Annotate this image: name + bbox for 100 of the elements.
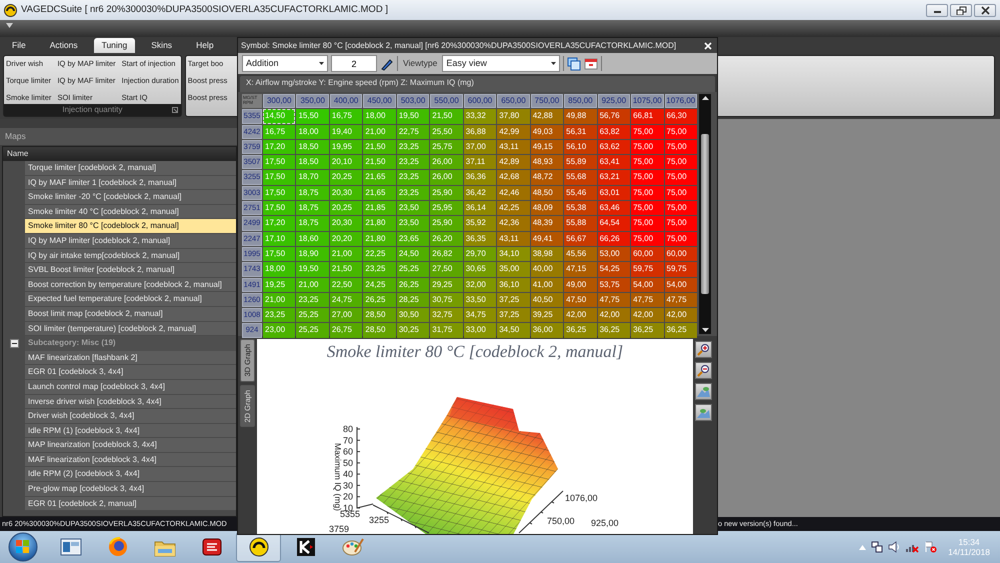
menu-tab[interactable]: Skins	[143, 38, 180, 53]
table-cell: 17,50	[263, 186, 296, 200]
table-cell: 75,00	[664, 155, 697, 170]
table-cell: 17,10	[263, 232, 296, 246]
table-cell: 55,46	[564, 186, 597, 200]
table-cell: 55,88	[564, 216, 597, 231]
map-list-item[interactable]: Launch control map [codeblock 3, 4x4]	[25, 380, 236, 394]
map-list-item[interactable]: MAF linearization [flashbank 2]	[25, 350, 236, 366]
table-cell: 18,60	[296, 232, 329, 246]
menu-tab[interactable]: File	[4, 38, 34, 53]
table-cell: 56,31	[564, 124, 597, 139]
zoom-in-button[interactable]	[695, 341, 712, 358]
map-list-item[interactable]: Driver wish [codeblock 3, 4x4]	[25, 409, 236, 424]
table-cell: 21,65	[363, 170, 396, 185]
map-list-item[interactable]: Inverse driver wish [codeblock 3, 4x4]	[25, 394, 236, 410]
window-icon[interactable]	[584, 56, 598, 70]
table-cell: 34,50	[497, 323, 530, 338]
map-list-item[interactable]: MAP linearization [codeblock 3, 4x4]	[25, 438, 236, 453]
operation-dropdown[interactable]: Addition	[242, 55, 328, 72]
map-list-item[interactable]: MAF linearization [codeblock 3, 4x4]	[25, 452, 236, 468]
table-cell: 23,00	[263, 323, 296, 338]
table-cell: 37,80	[497, 109, 530, 124]
table-cell: 21,80	[363, 232, 396, 246]
table-cell: 23,25	[396, 186, 430, 200]
map-list-item[interactable]: Pre-glow map [codeblock 3, 4x4]	[25, 482, 236, 497]
table-cell: 18,00	[263, 262, 296, 277]
column-header: 550,00	[430, 94, 463, 108]
map-list-item[interactable]: SOI limiter (temperature) [codeblock 2, manual]	[25, 322, 236, 336]
map-list-item[interactable]: EGR 01 [codeblock 3, 4x4]	[25, 365, 236, 380]
clock-time: 15:34	[958, 536, 980, 547]
view-button[interactable]	[695, 383, 712, 400]
table-cell: 36,25	[564, 323, 597, 338]
launcher-icon[interactable]	[172, 107, 178, 113]
table-cell: 59,75	[664, 262, 697, 277]
map-list-item[interactable]: Expected fuel temperature [codeblock 2, manual]	[25, 292, 236, 307]
table-cell: 66,30	[664, 109, 697, 124]
table-cell: 30,65	[464, 262, 496, 277]
map-list-item[interactable]: EGR 01 [codeblock 2, manual]	[25, 496, 236, 512]
table-cell: 25,90	[430, 186, 463, 200]
terrain-icon	[697, 385, 710, 398]
table-cell: 23,65	[396, 232, 430, 246]
table-cell: 26,82	[430, 246, 463, 262]
table-cell: 23,50	[396, 216, 430, 231]
tick-label: 3255	[368, 515, 390, 525]
collapse-icon[interactable]	[10, 338, 18, 348]
table-cell: 55,89	[564, 155, 597, 170]
table-cell: 36,14	[464, 201, 496, 216]
table-cell: 20,30	[330, 216, 362, 231]
table-cell: 24,50	[396, 246, 430, 262]
table-cell: 21,00	[296, 278, 329, 292]
map-list-item[interactable]: Idle RPM (2) [codeblock 3, 4x4]	[25, 467, 236, 482]
map-list-item[interactable]: Smoke limiter 40 °C [codeblock 2, manual]	[25, 204, 236, 220]
menu-tab[interactable]: Actions	[42, 38, 86, 53]
caret-icon	[551, 62, 556, 65]
tick-label: 80	[342, 424, 353, 434]
table-cell: 17,20	[263, 216, 296, 231]
map-list-item[interactable]: Torque limiter [codeblock 2, manual]	[25, 161, 236, 176]
tick-label: 3759	[328, 524, 350, 534]
windows-icon[interactable]	[567, 56, 582, 70]
pen-icon[interactable]	[380, 56, 394, 70]
map-list-item[interactable]: IQ by MAP limiter [codeblock 2, manual]	[25, 234, 236, 249]
map-list-item[interactable]: Boost correction by temperature [codeblock 2, manual]	[25, 278, 236, 292]
map-list-item[interactable]: SVBL Boost limiter [codeblock 2, manual]	[25, 263, 236, 278]
table-cell: 36,42	[464, 186, 496, 200]
table-cell: 25,50	[430, 124, 463, 139]
table-cell: 29,25	[430, 278, 463, 292]
table-cell: 48,39	[530, 216, 564, 231]
map-list-item[interactable]: Smoke limiter -20 °C [codeblock 2, manual]	[25, 190, 236, 205]
table-cell: 32,75	[430, 308, 463, 322]
table-cell: 17,20	[263, 140, 296, 154]
speaker-icon	[888, 541, 900, 553]
table-cell: 21,00	[363, 124, 396, 139]
restore-button[interactable]	[950, 4, 972, 16]
table-cell: 75,00	[664, 170, 697, 185]
table-cell: 26,00	[430, 155, 463, 170]
view-button[interactable]	[695, 404, 712, 421]
map-list-item[interactable]: IQ by air intake temp[codeblock 2, manual]	[25, 248, 236, 264]
menu-tab[interactable]: Tuning	[94, 38, 136, 53]
close-icon	[978, 6, 992, 14]
zoom-out-button[interactable]	[695, 362, 712, 379]
table-cell: 21,65	[363, 186, 396, 200]
amount-field[interactable]: 2	[331, 55, 377, 72]
subcategory-header[interactable]: Subcategory: Misc (19)	[25, 336, 236, 351]
map-list-item[interactable]: Smoke limiter 80 °C [codeblock 2, manual]	[25, 219, 236, 234]
map-list-item[interactable]: IQ by MAF limiter 1 [codeblock 2, manual]	[25, 176, 236, 190]
table-cell: 75,00	[664, 201, 697, 216]
scroll-thumb[interactable]	[701, 134, 709, 294]
column-header: 1075,00	[631, 94, 664, 108]
map-list-item[interactable]: Boost limit map [codeblock 2, manual]	[25, 306, 236, 322]
panel-header: Maps	[0, 128, 237, 145]
table-cell: 42,68	[497, 170, 530, 185]
close-button[interactable]	[974, 4, 996, 16]
viewtype-dropdown[interactable]: Easy view	[442, 55, 560, 72]
table-cell: 75,00	[631, 186, 664, 200]
scroll-up-icon	[702, 96, 708, 100]
menu-tab[interactable]: Help	[188, 38, 222, 53]
minimize-button[interactable]	[926, 4, 948, 16]
table-cell: 56,76	[598, 109, 630, 124]
vertical-scrollbar[interactable]	[699, 94, 711, 334]
map-list-item[interactable]: Idle RPM (1) [codeblock 3, 4x4]	[25, 424, 236, 438]
